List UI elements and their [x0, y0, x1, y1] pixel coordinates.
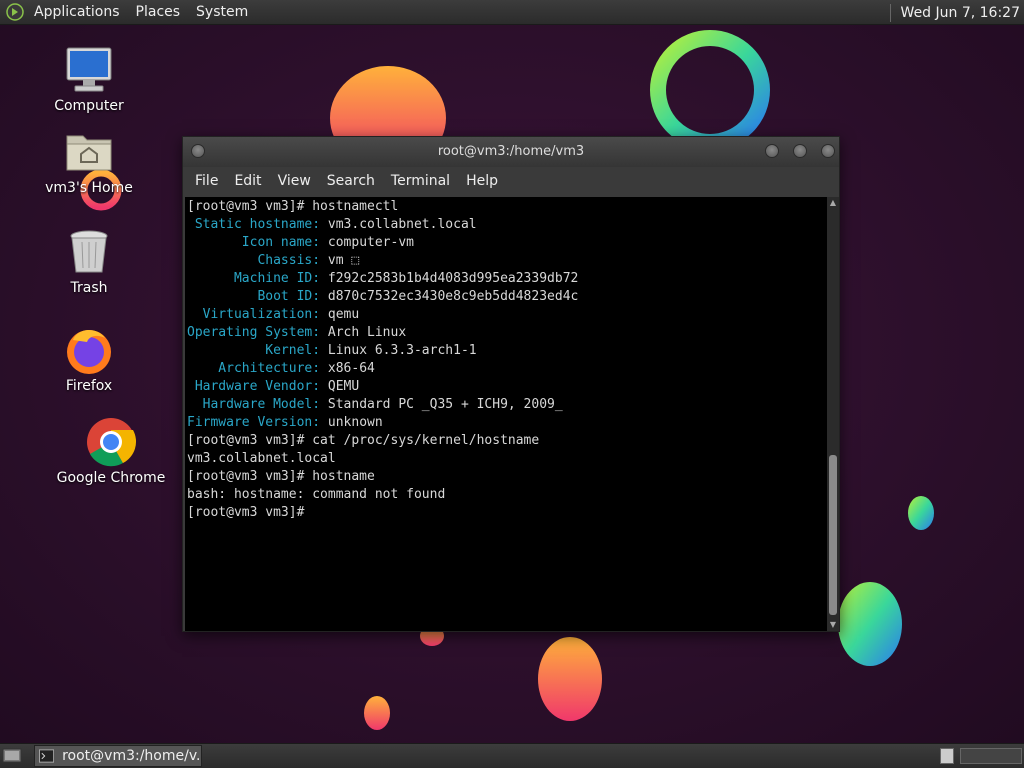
line-value: Linux 6.3.3-arch1-1 [320, 343, 477, 358]
terminal-line: Icon name: computer-vm [187, 234, 578, 252]
menu-file[interactable]: File [187, 167, 226, 195]
computer-icon [66, 47, 112, 92]
terminal-line: Virtualization: qemu [187, 306, 578, 324]
terminal-line: Firmware Version: unknown [187, 414, 578, 432]
menu-view[interactable]: View [270, 167, 319, 195]
line-value: d870c7532ec3430e8c9eb5dd4823ed4c [320, 289, 579, 304]
line-key: Static hostname: [187, 217, 321, 232]
line-key: Hardware Vendor: [187, 379, 321, 394]
line-value: vm ⬚ [320, 253, 360, 268]
terminal-line: Architecture: x86-64 [187, 360, 578, 378]
desktop-icon-home[interactable]: vm3's Home [34, 126, 144, 196]
terminal-menubar: File Edit View Search Terminal Help [183, 167, 839, 195]
line-value: [root@vm3 vm3]# hostnamectl [187, 199, 399, 214]
desktop-icon-label: Computer [54, 98, 124, 114]
menu-edit[interactable]: Edit [226, 167, 269, 195]
trash-icon [70, 230, 108, 273]
line-key: Icon name: [187, 235, 321, 250]
taskbar-window-label: root@vm3:/home/v... [62, 748, 201, 764]
terminal-line: Hardware Model: Standard PC _Q35 + ICH9,… [187, 396, 578, 414]
workspace-switcher-1[interactable] [940, 748, 954, 764]
desktop-icon-chrome[interactable]: Google Chrome [56, 416, 166, 486]
menu-places[interactable]: Places [128, 0, 189, 25]
menu-system[interactable]: System [188, 0, 256, 25]
desktop-icon-label: vm3's Home [45, 180, 133, 196]
line-value: f292c2583b1b4d4083d995ea2339db72 [320, 271, 579, 286]
terminal-output[interactable]: [root@vm3 vm3]# hostnamectl Static hostn… [185, 197, 827, 631]
line-key: Chassis: [187, 253, 321, 268]
workspace-switcher-2[interactable] [960, 748, 1022, 764]
desktop-icon-firefox[interactable]: Firefox [34, 324, 144, 394]
desktop-icon-computer[interactable]: Computer [34, 44, 144, 114]
terminal-line: bash: hostname: command not found [187, 486, 578, 504]
clock-area: Wed Jun 7, 16:27 [889, 0, 1024, 25]
desktop-icon-label: Firefox [65, 378, 113, 394]
minimize-icon[interactable] [765, 144, 779, 158]
line-value: [root@vm3 vm3]# hostname [187, 469, 375, 484]
window-titlebar[interactable]: root@vm3:/home/vm3 [183, 137, 839, 167]
taskbar-window-button[interactable]: root@vm3:/home/v... [34, 745, 202, 767]
line-key: Operating System: [187, 325, 321, 340]
line-key: Virtualization: [187, 307, 321, 322]
line-value: bash: hostname: command not found [187, 487, 446, 502]
bottom-panel: root@vm3:/home/v... [0, 743, 1024, 768]
firefox-icon [67, 329, 111, 374]
line-key: Boot ID: [187, 289, 321, 304]
terminal-window: root@vm3:/home/vm3 File Edit View Search… [182, 136, 840, 632]
terminal-line: Chassis: vm ⬚ [187, 252, 578, 270]
terminal-line: Machine ID: f292c2583b1b4d4083d995ea2339… [187, 270, 578, 288]
mate-logo-icon[interactable] [6, 3, 24, 21]
menu-applications[interactable]: Applications [26, 0, 128, 25]
terminal-icon [39, 749, 55, 763]
terminal-line: Operating System: Arch Linux [187, 324, 578, 342]
line-value: vm3.collabnet.local [320, 217, 477, 232]
terminal-scrollbar[interactable]: ▲ ▼ [827, 197, 839, 631]
line-key: Machine ID: [187, 271, 321, 286]
terminal-line: Static hostname: vm3.collabnet.local [187, 216, 578, 234]
desktop-icon-label: Trash [70, 280, 108, 296]
desktop-icon-trash[interactable]: Trash [34, 226, 144, 296]
scrollbar-thumb[interactable] [829, 455, 837, 615]
clock[interactable]: Wed Jun 7, 16:27 [901, 5, 1024, 21]
show-desktop-icon[interactable] [2, 747, 22, 765]
terminal-line: [root@vm3 vm3]# [187, 504, 578, 522]
line-key: Firmware Version: [187, 415, 321, 430]
line-value: qemu [320, 307, 360, 322]
home-folder-icon [66, 135, 112, 171]
line-value: Arch Linux [320, 325, 407, 340]
line-value: unknown [320, 415, 383, 430]
close-icon[interactable] [821, 144, 835, 158]
line-value: x86-64 [320, 361, 375, 376]
terminal-line: [root@vm3 vm3]# hostname [187, 468, 578, 486]
line-key: Kernel: [187, 343, 321, 358]
terminal-line: [root@vm3 vm3]# hostnamectl [187, 198, 578, 216]
terminal-line: vm3.collabnet.local [187, 450, 578, 468]
line-value: Standard PC _Q35 + ICH9, 2009_ [320, 397, 563, 412]
line-value: QEMU [320, 379, 360, 394]
line-key: Architecture: [187, 361, 321, 376]
terminal-line: Boot ID: d870c7532ec3430e8c9eb5dd4823ed4… [187, 288, 578, 306]
menu-search[interactable]: Search [319, 167, 383, 195]
panel-separator [889, 3, 891, 22]
terminal-line: [root@vm3 vm3]# cat /proc/sys/kernel/hos… [187, 432, 578, 450]
menu-help[interactable]: Help [458, 167, 506, 195]
terminal-line: Kernel: Linux 6.3.3-arch1-1 [187, 342, 578, 360]
terminal-lines: [root@vm3 vm3]# hostnamectl Static hostn… [187, 198, 578, 522]
menu-terminal[interactable]: Terminal [383, 167, 458, 195]
line-value: [root@vm3 vm3]# [187, 505, 305, 520]
line-value: [root@vm3 vm3]# cat /proc/sys/kernel/hos… [187, 433, 540, 448]
maximize-icon[interactable] [793, 144, 807, 158]
desktop-icon-label: Google Chrome [56, 470, 166, 486]
top-panel: Applications Places System Wed Jun 7, 16… [0, 0, 1024, 25]
window-title: root@vm3:/home/vm3 [437, 144, 585, 159]
terminal-line: Hardware Vendor: QEMU [187, 378, 578, 396]
scroll-down-arrow-icon[interactable]: ▼ [827, 619, 839, 631]
scroll-up-arrow-icon[interactable]: ▲ [827, 197, 839, 209]
line-value: vm3.collabnet.local [187, 451, 336, 466]
line-key: Hardware Model: [187, 397, 321, 412]
chrome-icon [87, 418, 137, 467]
line-value: computer-vm [320, 235, 414, 250]
